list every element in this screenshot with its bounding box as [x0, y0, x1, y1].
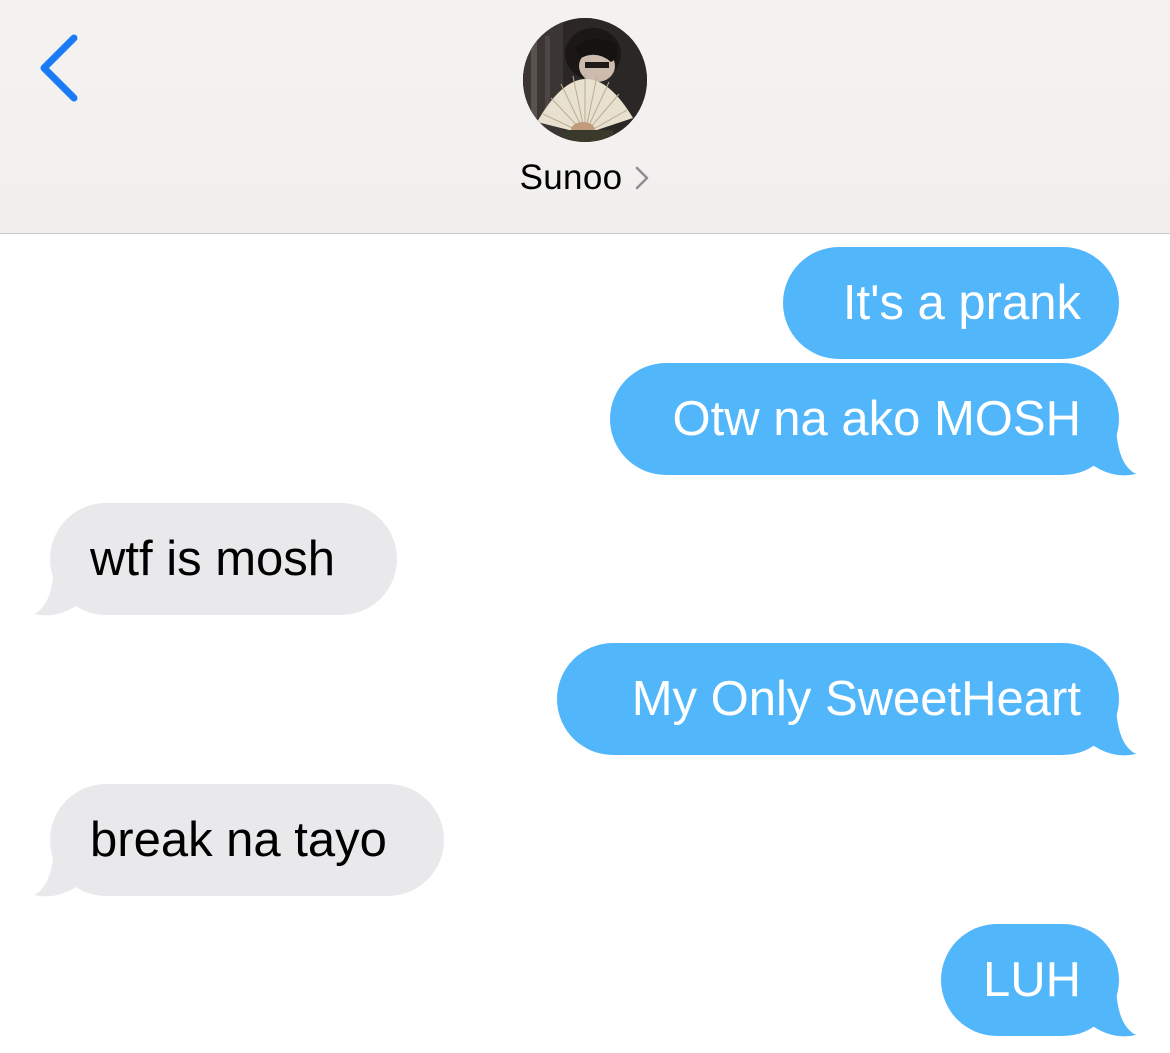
avatar-photo — [523, 18, 647, 142]
bubble-tail — [34, 841, 90, 897]
message-bubble-received[interactable]: break na tayo — [50, 784, 444, 896]
message-bubble-sent[interactable]: It's a prank — [783, 247, 1119, 359]
message-text: My Only SweetHeart — [631, 672, 1081, 726]
message-bubble-sent[interactable]: Otw na ako MOSH — [610, 363, 1119, 475]
chevron-left-icon — [40, 34, 78, 102]
message-text: It's a prank — [842, 276, 1081, 330]
message-text: break na tayo — [90, 813, 387, 867]
message-text: LUH — [982, 953, 1081, 1007]
messages-conversation-screen: Sunoo It's a prank Otw na ako MOSH wtf i… — [0, 0, 1170, 1053]
message-bubble-sent[interactable]: My Only SweetHeart — [557, 643, 1119, 755]
message-text: Otw na ako MOSH — [672, 392, 1081, 446]
conversation-header: Sunoo — [0, 0, 1170, 234]
chevron-right-icon — [636, 166, 649, 190]
bubble-tail — [1080, 700, 1136, 756]
contact-details-link[interactable]: Sunoo — [0, 155, 1170, 201]
message-bubble-received[interactable]: wtf is mosh — [50, 503, 397, 615]
back-button[interactable] — [30, 30, 90, 110]
message-text: wtf is mosh — [90, 532, 336, 586]
bubble-tail — [1080, 981, 1136, 1037]
contact-name: Sunoo — [519, 158, 623, 197]
bubble-tail — [1080, 420, 1136, 476]
bubble-tail — [34, 560, 90, 616]
contact-avatar[interactable] — [523, 18, 647, 142]
